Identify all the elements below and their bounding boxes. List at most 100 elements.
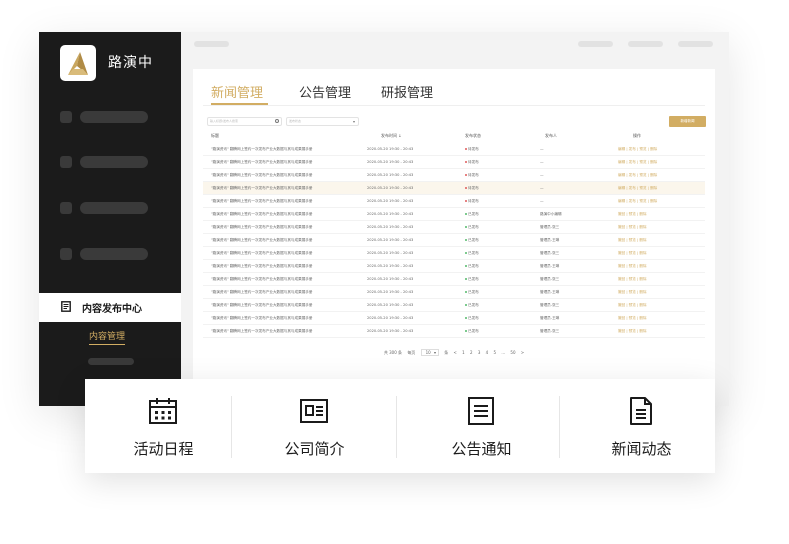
feature-item-news[interactable]: 新闻动态 [563, 379, 720, 473]
document-icon [61, 301, 71, 312]
row-title[interactable]: "路演资讯" 翻腾网上签约一次发布产业大数据与其与成果展手册 [211, 238, 312, 243]
row-status: 待发布 [465, 186, 479, 191]
column-header: 发布人 [545, 133, 557, 138]
page-button[interactable]: 2 [470, 350, 473, 355]
row-actions[interactable]: 撤回 | 预览 | 删除 [618, 303, 647, 308]
table-row[interactable]: "路演资讯" 翻腾网上签约一次发布产业大数据与其与成果展手册 2020-05-20… [203, 182, 705, 195]
feature-item-company[interactable]: 公司简介 [236, 379, 393, 473]
row-time: 2020-05-20 19:30 - 20:43 [367, 238, 414, 242]
table-row[interactable]: "路演资讯" 翻腾网上签约一次发布产业大数据与其与成果展手册 2020-05-20… [203, 286, 705, 299]
feature-card: 活动日程 公司简介 公告通知 新闻动态 [85, 379, 715, 473]
add-news-button[interactable]: 新增新闻 [669, 116, 706, 127]
row-publisher: 路演中小编辑 [540, 212, 562, 216]
table-row[interactable]: "路演资讯" 翻腾网上签约一次发布产业大数据与其与成果展手册 2020-05-20… [203, 260, 705, 273]
row-actions[interactable]: 撤回 | 预览 | 删除 [618, 264, 647, 269]
row-actions[interactable]: 撤回 | 预览 | 删除 [618, 329, 647, 334]
page-button[interactable]: 3 [478, 350, 481, 355]
row-title[interactable]: "路演资讯" 翻腾网上签约一次发布产业大数据与其与成果展手册 [211, 290, 312, 295]
status-text: 待发布 [468, 160, 479, 164]
divider [559, 396, 560, 458]
row-title[interactable]: "路演资讯" 翻腾网上签约一次发布产业大数据与其与成果展手册 [211, 251, 312, 256]
row-actions[interactable]: 撤回 | 预览 | 删除 [618, 251, 647, 256]
table-row[interactable]: "路演资讯" 翻腾网上签约一次发布产业大数据与其与成果展手册 2020-05-20… [203, 299, 705, 312]
page-ellipsis: ... [501, 350, 506, 355]
table-row[interactable]: "路演资讯" 翻腾网上签约一次发布产业大数据与其与成果展手册 2020-05-20… [203, 221, 705, 234]
prev-page-button[interactable]: < [454, 350, 457, 355]
table-row[interactable]: "路演资讯" 翻腾网上签约一次发布产业大数据与其与成果展手册 2020-05-20… [203, 247, 705, 260]
status-text: 已发布 [468, 264, 479, 268]
row-actions[interactable]: 编辑 | 发布 | 预览 | 删除 [618, 199, 657, 204]
row-status: 已发布 [465, 238, 479, 243]
row-status: 已发布 [465, 290, 479, 295]
row-title[interactable]: "路演资讯" 翻腾网上签约一次发布产业大数据与其与成果展手册 [211, 173, 312, 178]
page-button[interactable]: 1 [462, 350, 465, 355]
feature-item-notice[interactable]: 公告通知 [403, 379, 560, 473]
admin-window: 路演中 内容发布中心 内容管理 新闻管理 公告管理 研报管理 输入标题/发布人搜… [39, 32, 729, 406]
status-select[interactable]: 发布状态 ▾ [286, 117, 359, 126]
content-panel: 新闻管理 公告管理 研报管理 输入标题/发布人搜索 发布状态 ▾ 新增新闻 标题… [193, 69, 715, 399]
table-row[interactable]: "路演资讯" 翻腾网上签约一次发布产业大数据与其与成果展手册 2020-05-20… [203, 273, 705, 286]
search-input[interactable]: 输入标题/发布人搜索 [207, 117, 282, 126]
row-title[interactable]: "路演资讯" 翻腾网上签约一次发布产业大数据与其与成果展手册 [211, 225, 312, 230]
table-row[interactable]: "路演资讯" 翻腾网上签约一次发布产业大数据与其与成果展手册 2020-05-20… [203, 325, 705, 338]
row-title[interactable]: "路演资讯" 翻腾网上签约一次发布产业大数据与其与成果展手册 [211, 160, 312, 165]
table-row[interactable]: "路演资讯" 翻腾网上签约一次发布产业大数据与其与成果展手册 2020-05-20… [203, 143, 705, 156]
table-row[interactable]: "路演资讯" 翻腾网上签约一次发布产业大数据与其与成果展手册 2020-05-20… [203, 169, 705, 182]
tab-news[interactable]: 新闻管理 [211, 82, 263, 101]
sidebar-item-content-center[interactable]: 内容发布中心 [39, 293, 181, 322]
row-title[interactable]: "路演资讯" 翻腾网上签约一次发布产业大数据与其与成果展手册 [211, 316, 312, 321]
status-dot [465, 239, 467, 241]
select-placeholder: 发布状态 [289, 119, 302, 123]
row-title[interactable]: "路演资讯" 翻腾网上签约一次发布产业大数据与其与成果展手册 [211, 186, 312, 191]
status-text: 已发布 [468, 212, 479, 216]
table-row[interactable]: "路演资讯" 翻腾网上签约一次发布产业大数据与其与成果展手册 2020-05-20… [203, 195, 705, 208]
row-actions[interactable]: 撤回 | 预览 | 删除 [618, 290, 647, 295]
row-title[interactable]: "路演资讯" 翻腾网上签约一次发布产业大数据与其与成果展手册 [211, 199, 312, 204]
row-status: 已发布 [465, 303, 479, 308]
row-title[interactable]: "路演资讯" 翻腾网上签约一次发布产业大数据与其与成果展手册 [211, 212, 312, 217]
feature-item-schedule[interactable]: 活动日程 [85, 379, 242, 473]
row-publisher: — [540, 186, 544, 190]
row-publisher: — [540, 160, 544, 164]
row-actions[interactable]: 编辑 | 发布 | 预览 | 删除 [618, 173, 657, 178]
row-actions[interactable]: 撤回 | 预览 | 删除 [618, 238, 647, 243]
page-button[interactable]: 50 [510, 350, 515, 355]
status-dot [465, 226, 467, 228]
tab-announcements[interactable]: 公告管理 [299, 82, 351, 101]
row-time: 2020-05-20 19:30 - 20:43 [367, 251, 414, 255]
row-status: 已发布 [465, 316, 479, 321]
sidebar: 路演中 内容发布中心 内容管理 [39, 32, 181, 406]
row-status: 已发布 [465, 329, 479, 334]
row-title[interactable]: "路演资讯" 翻腾网上签约一次发布产业大数据与其与成果展手册 [211, 303, 312, 308]
row-actions[interactable]: 编辑 | 发布 | 预览 | 删除 [618, 160, 657, 165]
table-row[interactable]: "路演资讯" 翻腾网上签约一次发布产业大数据与其与成果展手册 2020-05-20… [203, 312, 705, 325]
row-actions[interactable]: 编辑 | 发布 | 预览 | 删除 [618, 186, 657, 191]
row-title[interactable]: "路演资讯" 翻腾网上签约一次发布产业大数据与其与成果展手册 [211, 329, 312, 334]
row-actions[interactable]: 撤回 | 预览 | 删除 [618, 212, 647, 217]
status-text: 已发布 [468, 303, 479, 307]
status-dot [465, 265, 467, 267]
table-header: 标题 发布时间 ↓ 发布状态 发布人 操作 [203, 131, 705, 141]
row-title[interactable]: "路演资讯" 翻腾网上签约一次发布产业大数据与其与成果展手册 [211, 264, 312, 269]
table-row[interactable]: "路演资讯" 翻腾网上签约一次发布产业大数据与其与成果展手册 2020-05-20… [203, 156, 705, 169]
page-button[interactable]: 4 [486, 350, 489, 355]
pagination: 共 300 条 每页 10 ▾ 条 < 1 2 3 4 5 ... 50 > [193, 349, 715, 359]
row-title[interactable]: "路演资讯" 翻腾网上签约一次发布产业大数据与其与成果展手册 [211, 277, 312, 282]
sidebar-subitem-placeholder[interactable] [88, 358, 134, 365]
row-publisher: — [540, 173, 544, 177]
tab-research[interactable]: 研报管理 [381, 82, 433, 101]
next-page-button[interactable]: > [521, 350, 524, 355]
row-actions[interactable]: 撤回 | 预览 | 删除 [618, 225, 647, 230]
row-actions[interactable]: 编辑 | 发布 | 预览 | 删除 [618, 147, 657, 152]
per-page-select[interactable]: 10 ▾ [420, 349, 439, 356]
table-row[interactable]: "路演资讯" 翻腾网上签约一次发布产业大数据与其与成果展手册 2020-05-20… [203, 234, 705, 247]
page-button[interactable]: 5 [493, 350, 496, 355]
row-actions[interactable]: 撤回 | 预览 | 删除 [618, 277, 647, 282]
row-title[interactable]: "路演资讯" 翻腾网上签约一次发布产业大数据与其与成果展手册 [211, 147, 312, 152]
column-header[interactable]: 发布时间 ↓ [381, 133, 402, 139]
column-header: 操作 [633, 133, 641, 138]
sidebar-subitem-content-management[interactable]: 内容管理 [89, 329, 126, 345]
sidebar-item-label: 内容发布中心 [82, 304, 142, 315]
table-row[interactable]: "路演资讯" 翻腾网上签约一次发布产业大数据与其与成果展手册 2020-05-20… [203, 208, 705, 221]
row-actions[interactable]: 撤回 | 预览 | 删除 [618, 316, 647, 321]
